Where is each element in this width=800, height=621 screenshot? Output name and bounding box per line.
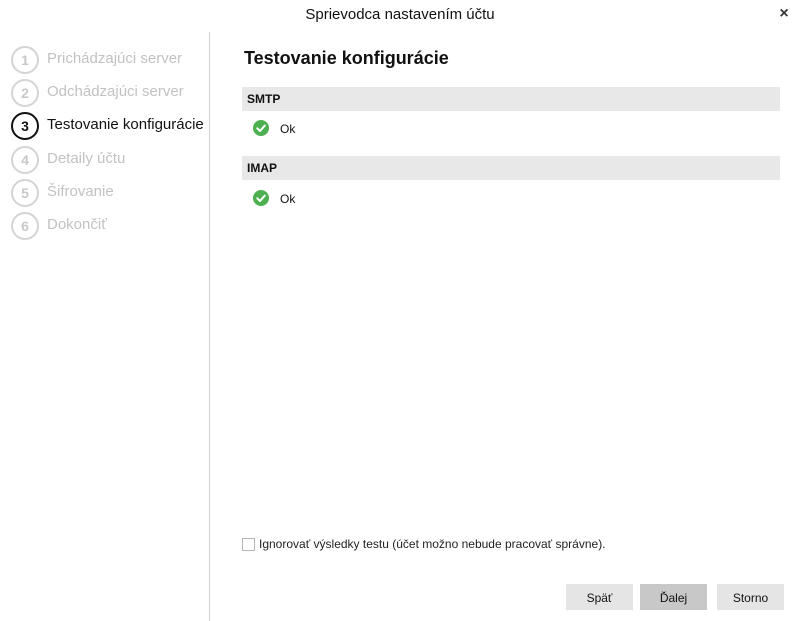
step-finish: 6 Dokončiť [11,212,207,242]
status-text: Ok [280,122,296,136]
step-label: Odchádzajúci server [47,83,184,100]
title-bar: Sprievodca nastavením účtu × [0,0,800,32]
section-title: SMTP [247,92,281,106]
step-outgoing-server: 2 Odchádzajúci server [11,79,207,109]
main-content: Testovanie konfigurácie SMTP Ok IMAP Ok … [210,32,800,621]
step-number: 5 [11,179,39,207]
ignore-results-label[interactable]: Ignorovať výsledky testu (účet možno neb… [259,537,606,551]
check-circle-icon [253,120,269,136]
ignore-results-checkbox[interactable] [242,538,255,551]
step-number: 1 [11,46,39,74]
step-label: Prichádzajúci server [47,50,183,67]
next-button[interactable]: Ďalej [640,584,707,610]
check-circle-icon [253,190,269,206]
step-number: 2 [11,79,39,107]
step-number: 4 [11,146,39,174]
step-encryption: 5 Šifrovanie [11,179,207,209]
imap-section-header: IMAP [242,156,780,180]
step-number: 6 [11,212,39,240]
window-title: Sprievodca nastavením účtu [305,6,495,23]
close-icon[interactable]: × [773,3,795,25]
status-text: Ok [280,192,296,206]
step-label: Testovanie konfigurácie [47,116,204,133]
step-label: Šifrovanie [47,183,114,200]
step-label: Detaily účtu [47,150,126,167]
step-testing-configuration: 3 Testovanie konfigurácie [11,112,207,142]
step-incoming-server: 1 Prichádzajúci server [11,46,207,76]
ignore-results-option[interactable]: Ignorovať výsledky testu (účet možno neb… [242,537,762,553]
step-account-details: 4 Detaily účtu [11,146,207,176]
page-title: Testovanie konfigurácie [244,48,449,68]
step-number: 3 [11,112,39,140]
step-label: Dokončiť [47,216,107,233]
section-title: IMAP [247,161,277,175]
steps-sidebar: 1 Prichádzajúci server 2 Odchádzajúci se… [0,32,210,621]
smtp-section-header: SMTP [242,87,780,111]
cancel-button[interactable]: Storno [717,584,784,610]
back-button[interactable]: Späť [566,584,633,610]
